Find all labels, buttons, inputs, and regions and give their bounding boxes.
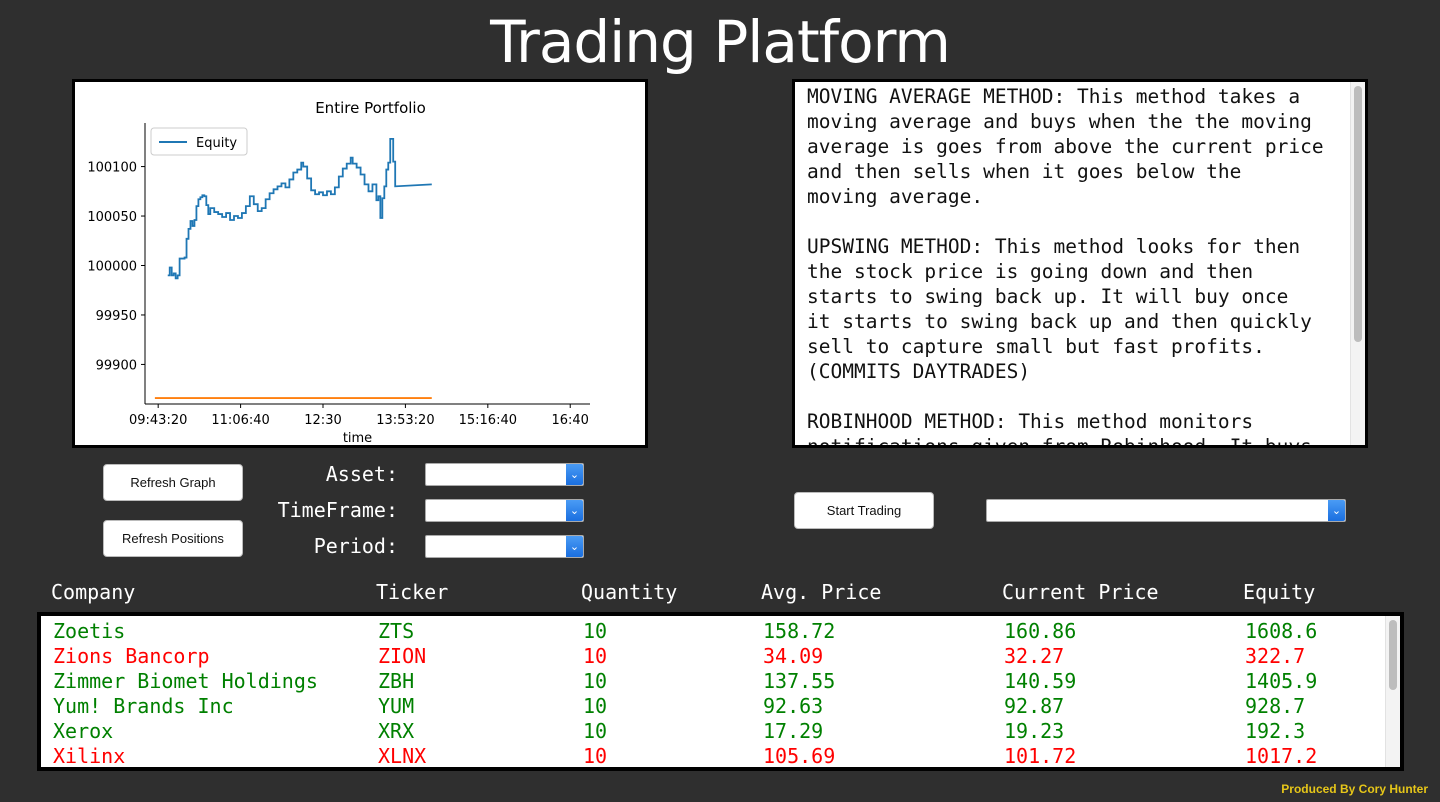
table-row[interactable]: Zimmer Biomet Holdings ZBH 10 137.55 140.59 1…: [41, 669, 1381, 694]
chevron-down-icon: ⌄: [566, 536, 583, 557]
cell-equity: 1405.9: [1245, 669, 1318, 693]
y-tick-label: 100100: [87, 161, 137, 176]
cell-company: Zions Bancorp: [53, 644, 210, 668]
table-row[interactable]: Xerox XRX 10 17.29 19.23 192.3: [41, 719, 1381, 744]
positions-scroll-thumb[interactable]: [1389, 620, 1397, 690]
period-select[interactable]: ⌄: [425, 535, 584, 558]
x-tick-label: 11:06:40: [211, 413, 269, 428]
start-trading-button[interactable]: Start Trading: [794, 492, 934, 529]
cell-equity: 928.7: [1245, 694, 1306, 718]
cell-equity: 1017.2: [1245, 744, 1318, 768]
cell-current-price: 101.72: [1004, 744, 1077, 768]
column-header-equity: Equity: [1243, 580, 1316, 604]
chevron-down-icon: ⌄: [1328, 500, 1345, 521]
table-row[interactable]: Zoetis ZTS 10 158.72 160.86 1608.6: [41, 619, 1381, 644]
y-tick-label: 99900: [96, 358, 137, 373]
chart-title: Entire Portfolio: [315, 99, 426, 117]
cell-company: Yum! Brands Inc: [53, 694, 234, 718]
column-header-current-price: Current Price: [1002, 580, 1159, 604]
cell-avg-price: 34.09: [763, 644, 824, 668]
cell-ticker: YUM: [378, 694, 415, 718]
asset-select[interactable]: ⌄: [425, 463, 584, 486]
cell-ticker: ZTS: [378, 619, 415, 643]
x-tick-label: 15:16:40: [459, 413, 517, 428]
column-header-quantity: Quantity: [581, 580, 678, 604]
cell-avg-price: 92.63: [763, 694, 824, 718]
cell-company: Xerox: [53, 719, 114, 743]
legend-label-equity: Equity: [196, 136, 237, 151]
cell-equity: 1608.6: [1245, 619, 1318, 643]
cell-equity: 322.7: [1245, 644, 1306, 668]
x-tick-label: 12:30: [304, 413, 341, 428]
cell-equity: 192.3: [1245, 719, 1306, 743]
cell-current-price: 160.86: [1004, 619, 1077, 643]
asset-label: Asset:: [325, 462, 398, 486]
column-header-ticker: Ticker: [376, 580, 449, 604]
cell-quantity: 10: [583, 669, 608, 693]
cell-quantity: 10: [583, 644, 608, 668]
cell-current-price: 32.27: [1004, 644, 1065, 668]
cell-avg-price: 158.72: [763, 619, 836, 643]
cell-current-price: 19.23: [1004, 719, 1065, 743]
strategy-description-panel: MOVING AVERAGE METHOD: This method takes…: [792, 79, 1368, 448]
x-tick-label: 13:53:20: [376, 413, 434, 428]
cell-company: Zimmer Biomet Holdings: [53, 669, 318, 693]
period-label: Period:: [313, 534, 398, 558]
chevron-down-icon: ⌄: [566, 464, 583, 485]
cell-ticker: ZION: [378, 644, 427, 668]
cell-avg-price: 105.69: [763, 744, 836, 768]
refresh-graph-button[interactable]: Refresh Graph: [103, 464, 243, 501]
description-scrollbar[interactable]: [1350, 82, 1365, 445]
cell-avg-price: 17.29: [763, 719, 824, 743]
strategy-select[interactable]: ⌄: [986, 499, 1346, 522]
x-axis-label: time: [343, 431, 372, 445]
footer-credit: Produced By Cory Hunter: [1281, 782, 1428, 796]
series-line-equity: [167, 137, 432, 280]
cell-avg-price: 137.55: [763, 669, 836, 693]
y-tick-label: 100050: [87, 210, 137, 225]
cell-ticker: ZBH: [378, 669, 415, 693]
cell-company: Zoetis: [53, 619, 126, 643]
portfolio-chart-panel: Entire Portfolio 99900 99950 100000 100050 10…: [72, 79, 648, 448]
timeframe-select[interactable]: ⌄: [425, 499, 584, 522]
cell-quantity: 10: [583, 719, 608, 743]
cell-current-price: 92.87: [1004, 694, 1065, 718]
cell-current-price: 140.59: [1004, 669, 1077, 693]
cell-quantity: 10: [583, 619, 608, 643]
cell-quantity: 10: [583, 694, 608, 718]
description-scroll-thumb[interactable]: [1354, 86, 1362, 342]
cell-ticker: XLNX: [378, 744, 427, 768]
column-header-company: Company: [51, 580, 136, 604]
app-title: Trading Platform: [490, 8, 951, 76]
cell-company: Xilinx: [53, 744, 126, 768]
timeframe-label: TimeFrame:: [277, 498, 398, 522]
cell-ticker: XRX: [378, 719, 415, 743]
refresh-positions-button[interactable]: Refresh Positions: [103, 520, 243, 557]
column-header-avg-price: Avg. Price: [761, 580, 882, 604]
positions-table: Zoetis ZTS 10 158.72 160.86 1608.6 Zions Banco…: [37, 612, 1404, 771]
strategy-description-text: MOVING AVERAGE METHOD: This method takes…: [807, 85, 1324, 448]
cell-quantity: 10: [583, 744, 608, 768]
table-row[interactable]: Yum! Brands Inc YUM 10 92.63 92.87 928.7: [41, 694, 1381, 719]
y-tick-label: 99950: [96, 309, 137, 324]
chevron-down-icon: ⌄: [566, 500, 583, 521]
portfolio-chart: Entire Portfolio 99900 99950 100000 100050 10…: [87, 99, 590, 445]
y-tick-label: 100000: [87, 260, 137, 275]
positions-scrollbar[interactable]: [1385, 616, 1400, 767]
x-tick-label: 16:40: [551, 413, 588, 428]
table-row[interactable]: Xilinx XLNX 10 105.69 101.72 1017.2: [41, 744, 1381, 768]
table-row[interactable]: Zions Bancorp ZION 10 34.09 32.27 322.7: [41, 644, 1381, 669]
x-tick-label: 09:43:20: [129, 413, 187, 428]
